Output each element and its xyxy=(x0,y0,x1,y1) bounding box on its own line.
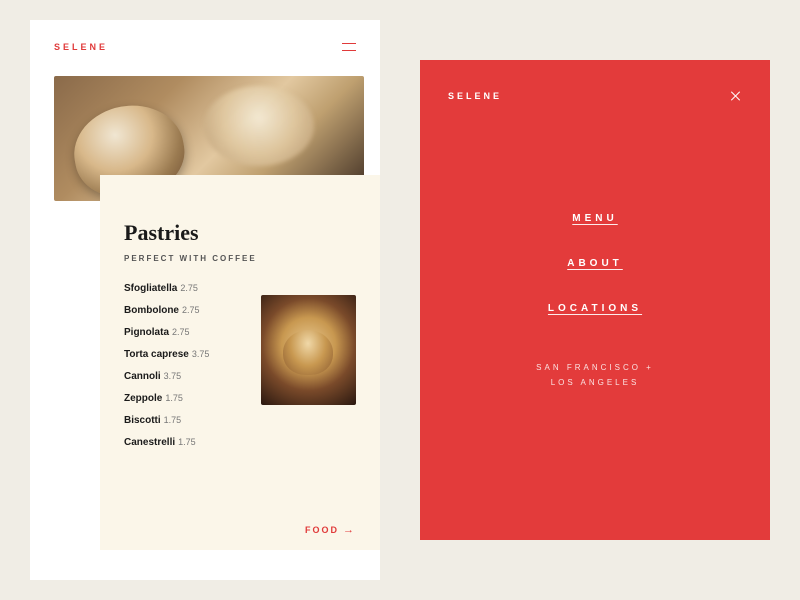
item-name: Torta caprese xyxy=(124,349,189,360)
section-title: Pastries xyxy=(124,220,380,246)
item-name: Sfogliatella xyxy=(124,283,177,294)
hamburger-icon[interactable] xyxy=(342,43,356,51)
arrow-right-icon: → xyxy=(343,524,356,536)
pastry-detail-image xyxy=(261,295,356,405)
food-link[interactable]: FOOD → xyxy=(305,524,356,536)
food-link-label: FOOD xyxy=(305,525,339,535)
item-name: Biscotti xyxy=(124,415,161,426)
content-panel: Pastries PERFECT WITH COFFEE Sfogliatell… xyxy=(100,175,380,550)
locations-caption: SAN FRANCISCO + LOS ANGELES xyxy=(420,360,770,390)
nav-item-menu[interactable]: MENU xyxy=(566,210,623,227)
item-name: Bombolone xyxy=(124,305,179,316)
item-price: 2.75 xyxy=(182,305,200,315)
nav-item-about[interactable]: ABOUT xyxy=(561,255,629,272)
item-price: 3.75 xyxy=(192,349,210,359)
locations-line: SAN FRANCISCO + xyxy=(420,360,770,375)
item-name: Cannoli xyxy=(124,371,161,382)
nav-overlay-card: SELENE MENU ABOUT LOCATIONS SAN FRANCISC… xyxy=(420,60,770,540)
close-icon[interactable] xyxy=(730,90,742,102)
locations-line: LOS ANGELES xyxy=(420,375,770,390)
item-price: 1.75 xyxy=(165,393,183,403)
brand-logo[interactable]: SELENE xyxy=(448,91,502,101)
left-header: SELENE xyxy=(54,42,356,52)
item-price: 2.75 xyxy=(172,327,190,337)
item-price: 1.75 xyxy=(164,415,182,425)
item-price: 2.75 xyxy=(180,283,198,293)
item-name: Pignolata xyxy=(124,327,169,338)
section-subtitle: PERFECT WITH COFFEE xyxy=(124,254,380,263)
nav-item-locations[interactable]: LOCATIONS xyxy=(542,300,648,317)
item-price: 3.75 xyxy=(164,371,182,381)
item-name: Zeppole xyxy=(124,393,162,404)
list-item: Canestrelli1.75 xyxy=(124,437,380,448)
menu-page-card: SELENE Pastries PERFECT WITH COFFEE Sfog… xyxy=(30,20,380,580)
item-price: 1.75 xyxy=(178,437,196,447)
brand-logo[interactable]: SELENE xyxy=(54,42,108,52)
right-header: SELENE xyxy=(448,90,742,102)
list-item: Sfogliatella2.75 xyxy=(124,283,380,294)
nav-list: MENU ABOUT LOCATIONS xyxy=(420,210,770,317)
list-item: Biscotti1.75 xyxy=(124,415,380,426)
item-name: Canestrelli xyxy=(124,437,175,448)
